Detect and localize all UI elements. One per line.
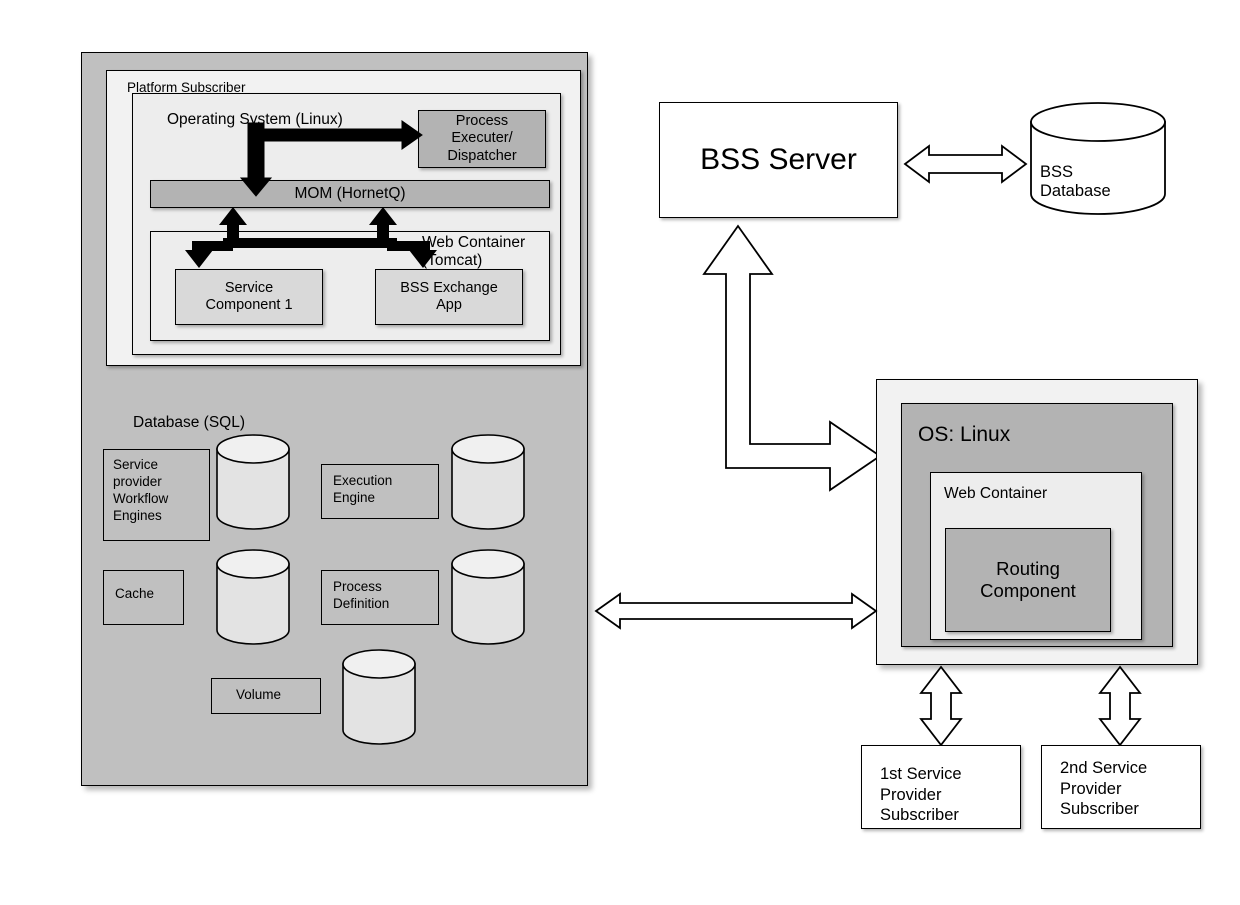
routing-web-container-label: Web Container	[944, 485, 1048, 502]
process-definition-box[interactable]: Process Definition	[321, 570, 439, 625]
routing-os-linux-label: OS: Linux	[918, 423, 1011, 446]
bss-server-database-arrow	[903, 144, 1028, 184]
routing-to-2nd-provider-arrow	[1098, 665, 1142, 747]
provider-subscriber-1-box[interactable]: 1st Service Provider Subscriber	[861, 745, 1021, 829]
bss-database-cylinder[interactable]	[1028, 102, 1178, 222]
bss-server-box[interactable]: BSS Server	[659, 102, 898, 218]
volume-box[interactable]: Volume	[211, 678, 321, 714]
cache-box[interactable]: Cache	[103, 570, 184, 625]
execution-engine-box[interactable]: Execution Engine	[321, 464, 439, 519]
platform-routing-arrow	[594, 592, 878, 630]
provider-subscriber-2-box[interactable]: 2nd Service Provider Subscriber	[1041, 745, 1201, 829]
diagram-canvas: Platform Subscriber Operating System (Li…	[0, 0, 1240, 905]
routing-to-1st-provider-arrow	[919, 665, 963, 747]
routing-component-box[interactable]: Routing Component	[945, 528, 1111, 632]
platform-to-bss-and-routing-arrow	[702, 224, 882, 492]
service-component-1-box[interactable]: Service Component 1	[175, 269, 323, 325]
bss-exchange-app-box[interactable]: BSS Exchange App	[375, 269, 523, 325]
service-provider-workflow-engines-box[interactable]: Service provider Workflow Engines	[103, 449, 210, 541]
bss-database-label: BSS Database	[1040, 163, 1111, 201]
mom-component-arrows	[185, 207, 437, 268]
